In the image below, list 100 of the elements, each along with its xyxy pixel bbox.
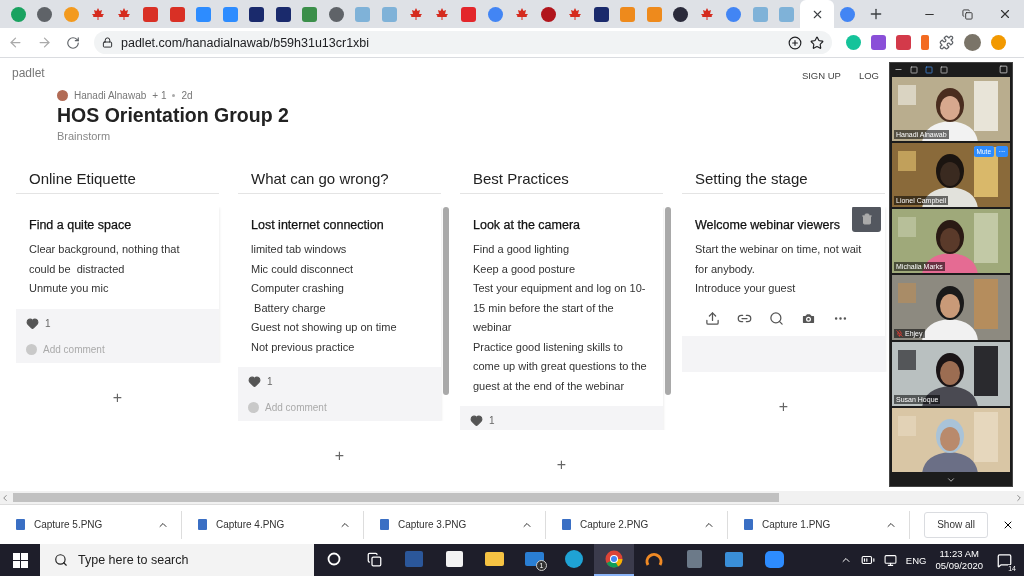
search-icon[interactable] <box>769 310 784 326</box>
post-text: Find a good lighting <box>473 242 570 257</box>
post-card[interactable]: Find a quite space Clear background, nothing that could be distracted Unmute you mic 1 Add comment <box>16 207 219 363</box>
post-text: Mic could disconnect <box>251 261 355 277</box>
restore-icon[interactable] <box>961 8 973 20</box>
post-text: Computer crashing <box>251 281 345 296</box>
image-icon <box>725 551 743 567</box>
like-count: 1 <box>267 376 273 387</box>
column-title: What can go wrong? <box>238 164 441 194</box>
notifications-icon[interactable] <box>996 552 1012 568</box>
file-icon <box>16 519 25 530</box>
trash-icon <box>860 213 873 225</box>
post-text: limited tab windows <box>251 242 348 257</box>
post-text: Clear background, nothing that could be distracted <box>29 242 181 277</box>
author-avatar <box>57 90 68 101</box>
heart-icon[interactable] <box>248 375 261 388</box>
post-text: Not previous practice <box>251 339 356 355</box>
circle-icon <box>605 550 623 568</box>
nav-link[interactable]: SIGN UP <box>801 66 841 81</box>
like-count: 1 <box>489 415 495 426</box>
circle-icon <box>327 552 341 566</box>
contributor-count: + 1 <box>152 90 167 101</box>
search-icon <box>54 553 68 567</box>
column-title: Best Practices <box>460 164 663 194</box>
ring-icon <box>645 550 663 568</box>
like-count: 1 <box>45 317 51 329</box>
board-subtitle: Brainstorm <box>57 130 111 142</box>
forward-icon[interactable] <box>37 35 52 50</box>
add-post-button[interactable]: + <box>328 447 351 465</box>
post-card[interactable]: Welcome webinar viewers Start the webinar on time, not wait for anybody. Introduce your guest <box>682 207 885 372</box>
post-text: Test your equipment and log on 10-15 min before the start of the webinar <box>473 281 647 335</box>
calculator-icon <box>686 550 702 568</box>
download-item[interactable]: Capture 1.PNG <box>728 510 910 539</box>
scrollbar[interactable] <box>443 207 449 395</box>
star-icon[interactable] <box>810 35 824 50</box>
post-title: Look at the camera <box>473 218 580 232</box>
address-field[interactable]: padlet.com/hanadialnawab/b59h31u13cr1xbi <box>94 31 832 54</box>
download-item[interactable]: Capture 5.PNG <box>0 510 182 539</box>
expand-icon[interactable] <box>999 65 1008 75</box>
battery-icon[interactable] <box>860 553 875 567</box>
add-post-button[interactable]: + <box>772 397 795 416</box>
back-icon[interactable] <box>8 35 23 50</box>
author-name: Hanadi Alnawab <box>74 90 147 101</box>
post-text: Practice good listening skills to come up with great questions to the guest at the end of the webinar <box>473 339 648 394</box>
add-post-button[interactable]: + <box>106 388 129 407</box>
download-item[interactable]: Capture 4.PNG <box>182 510 364 539</box>
reload-icon[interactable] <box>66 35 80 50</box>
grid-icon[interactable] <box>940 65 948 74</box>
post-card[interactable]: Lost internet connection limited tab windows Mic could disconnect Computer crashing Battery charge Guest not showing up on time Not previous practice 1 Add comment <box>238 207 441 421</box>
board-title: HOS Orientation Group 2 <box>57 104 289 127</box>
update-icon[interactable] <box>991 35 1006 50</box>
avatar-icon <box>26 343 37 355</box>
network-icon[interactable] <box>883 553 897 567</box>
file-icon <box>198 519 207 530</box>
search-field[interactable]: Type here to search <box>40 544 314 576</box>
extension-icon[interactable] <box>846 35 861 50</box>
bag-icon <box>445 551 463 567</box>
download-item[interactable]: Capture 3.PNG <box>364 510 546 539</box>
padlet-logo[interactable]: padlet <box>12 66 45 81</box>
language-indicator[interactable]: ENG <box>905 554 927 566</box>
post-text: Start the webinar on time, not wait for anybody. <box>695 242 863 277</box>
close-icon[interactable] <box>998 7 1012 21</box>
windows-logo-icon[interactable] <box>12 552 28 568</box>
post-title: Welcome webinar viewers <box>695 218 840 232</box>
install-icon[interactable] <box>788 35 802 50</box>
show-all-button[interactable]: Show all <box>924 511 988 538</box>
upload-icon[interactable] <box>705 310 720 326</box>
download-item[interactable]: Capture 2.PNG <box>546 510 728 539</box>
column-title: Online Etiquette <box>16 164 219 194</box>
extensions-icon[interactable] <box>939 35 954 50</box>
envelope-icon <box>524 552 544 566</box>
lock-icon <box>102 37 113 48</box>
clock[interactable]: 11:23 AM 05/09/2020 <box>935 548 983 572</box>
scroll-left-icon[interactable] <box>0 492 10 503</box>
post-text: Battery charge <box>253 300 327 316</box>
profile-avatar[interactable] <box>964 34 981 51</box>
file-icon <box>744 519 753 530</box>
heart-icon[interactable] <box>470 414 483 427</box>
post-age: 2d <box>181 90 193 101</box>
camera-icon <box>764 550 784 568</box>
column-title: Setting the stage <box>682 164 885 194</box>
nav-link[interactable]: LOG <box>858 66 879 81</box>
taskbar-app[interactable] <box>594 544 634 576</box>
scrollbar[interactable] <box>665 207 671 395</box>
avatar-icon <box>248 402 259 413</box>
swirl-icon <box>565 550 583 568</box>
add-post-button[interactable]: + <box>550 456 573 474</box>
scroll-right-icon[interactable] <box>1014 492 1024 503</box>
delete-button[interactable] <box>852 207 881 232</box>
post-text: Unmute you mic <box>29 281 110 296</box>
folder-icon <box>484 552 504 566</box>
horizontal-scrollbar[interactable] <box>0 491 1024 504</box>
post-title: Find a quite space <box>29 218 132 232</box>
heart-icon[interactable] <box>26 316 39 330</box>
post-title: Lost internet connection <box>251 218 384 232</box>
file-icon <box>380 519 389 530</box>
extension-icon[interactable] <box>921 35 929 50</box>
windows-icon <box>366 551 382 567</box>
file-icon <box>562 519 571 530</box>
post-text: Guest not showing up on time <box>251 320 398 335</box>
